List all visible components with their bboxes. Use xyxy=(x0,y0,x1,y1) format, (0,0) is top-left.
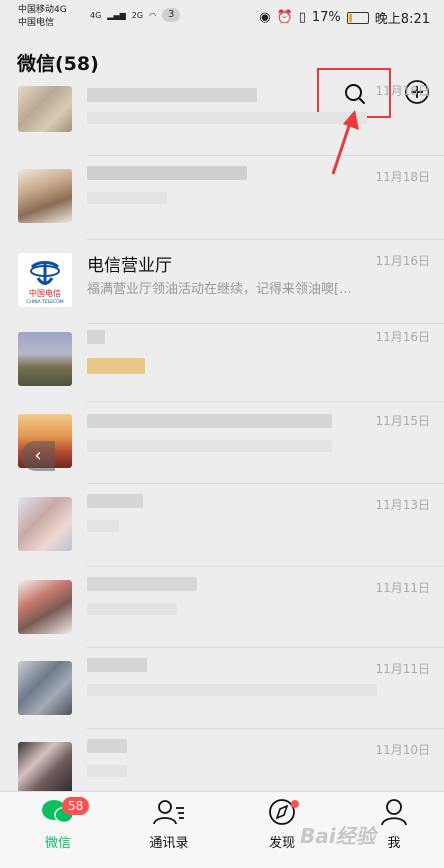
battery-percent: 17% xyxy=(311,10,341,25)
notification-count: 3 xyxy=(162,8,181,22)
tab-label: 通讯录 xyxy=(149,836,189,851)
chat-date: 11月15日 xyxy=(375,414,430,428)
watermark: Bai经验 xyxy=(300,824,376,848)
status-bar: 中国移动4G 中国电信 4G ▂▄▆ 2G ◠ 3 ◉ ⏰ ▯ 17% 晚上8:… xyxy=(0,0,444,34)
carrier-1: 中国移动4G xyxy=(18,5,67,15)
avatar xyxy=(18,497,72,551)
blurred-name xyxy=(87,88,257,102)
blurred-name xyxy=(87,577,197,591)
chat-row[interactable]: 11月18日 xyxy=(0,156,444,240)
person-icon xyxy=(381,799,407,826)
carrier-info: 中国移动4G 中国电信 xyxy=(18,4,67,30)
chat-row[interactable]: 11月18日 xyxy=(0,84,444,156)
chat-date: 11月10日 xyxy=(375,743,430,757)
page-title: 微信(58) xyxy=(17,53,99,75)
unread-badge: 58 xyxy=(62,797,90,815)
chat-row[interactable]: 11月11日 xyxy=(0,648,444,729)
avatar xyxy=(18,661,72,715)
blurred-name xyxy=(87,739,127,753)
chat-date: 11月18日 xyxy=(375,84,430,98)
app-header: 微信(58) xyxy=(0,34,444,118)
blurred-name xyxy=(87,330,105,344)
avatar xyxy=(18,332,72,386)
blurred-preview xyxy=(87,520,119,532)
back-float-button[interactable]: ‹ xyxy=(21,441,55,471)
blurred-name xyxy=(87,414,332,428)
bottom-tab-bar: 58 微信 通讯录 发现 我 xyxy=(0,791,444,868)
chat-row[interactable]: 11月11日 xyxy=(0,567,444,648)
wifi-icon: ◠ xyxy=(149,10,157,20)
logo-cn-text: 中国电信 xyxy=(29,288,61,298)
china-telecom-logo-icon: 中国电信 CHINA TELECOM xyxy=(26,261,64,305)
chat-name: 电信营业厅 xyxy=(87,256,172,276)
tab-chats[interactable]: 58 微信 xyxy=(18,797,98,851)
alarm-icon: ⏰ xyxy=(276,10,293,25)
new-dot xyxy=(291,800,299,808)
chat-date: 11月16日 xyxy=(375,330,430,344)
chat-list: 11月18日 11月18日 中国电信 CHINA TELECOM 电信营业厅 福… xyxy=(0,84,444,810)
blurred-preview xyxy=(87,765,127,777)
battery-level xyxy=(348,13,352,22)
battery-icon xyxy=(346,11,369,24)
annotation-arrow-icon xyxy=(331,110,359,175)
tab-contacts[interactable]: 通讯录 xyxy=(129,798,209,851)
chat-date: 11月11日 xyxy=(375,581,430,595)
net-2g: 2G xyxy=(131,10,144,20)
chat-date: 11月16日 xyxy=(375,254,430,268)
clock: 晚上8:21 xyxy=(374,12,430,27)
tab-label: 微信 xyxy=(44,836,71,851)
blurred-preview xyxy=(87,684,377,696)
carrier-2: 中国电信 xyxy=(18,18,55,28)
blurred-preview xyxy=(87,603,177,615)
avatar xyxy=(18,580,72,634)
avatar xyxy=(18,86,72,132)
vibrate-icon: ▯ xyxy=(298,10,306,25)
avatar-telecom: 中国电信 CHINA TELECOM xyxy=(18,253,72,307)
chat-row[interactable]: 11月13日 xyxy=(0,484,444,567)
network-indicators: 4G ▂▄▆ 2G ◠ 3 xyxy=(90,8,181,22)
blurred-name xyxy=(87,166,247,180)
logo-en-text: CHINA TELECOM xyxy=(26,299,63,305)
blurred-preview xyxy=(87,192,167,204)
chat-preview: 福满营业厅领油活动在继续，记得来领油噢[... xyxy=(87,282,352,297)
chat-row-telecom[interactable]: 中国电信 CHINA TELECOM 电信营业厅 福满营业厅领油活动在继续，记得… xyxy=(0,240,444,324)
avatar xyxy=(18,169,72,223)
blurred-name xyxy=(87,494,143,508)
chat-date: 11月11日 xyxy=(375,662,430,676)
signal-icon: ▂▄▆ xyxy=(107,10,126,20)
chat-date: 11月13日 xyxy=(375,498,430,512)
net-4g: 4G xyxy=(90,10,102,20)
blurred-preview xyxy=(87,440,332,452)
chat-date: 11月18日 xyxy=(375,170,430,184)
status-right: ◉ ⏰ ▯ 17% 晚上8:21 xyxy=(259,8,430,27)
chat-row[interactable]: 11月15日 xyxy=(0,402,444,484)
blurred-name xyxy=(87,658,147,672)
avatar xyxy=(18,742,72,796)
chat-row[interactable]: 11月16日 xyxy=(0,324,444,402)
blurred-preview xyxy=(87,358,145,374)
eye-icon: ◉ xyxy=(259,10,271,25)
contacts-icon xyxy=(153,800,184,825)
